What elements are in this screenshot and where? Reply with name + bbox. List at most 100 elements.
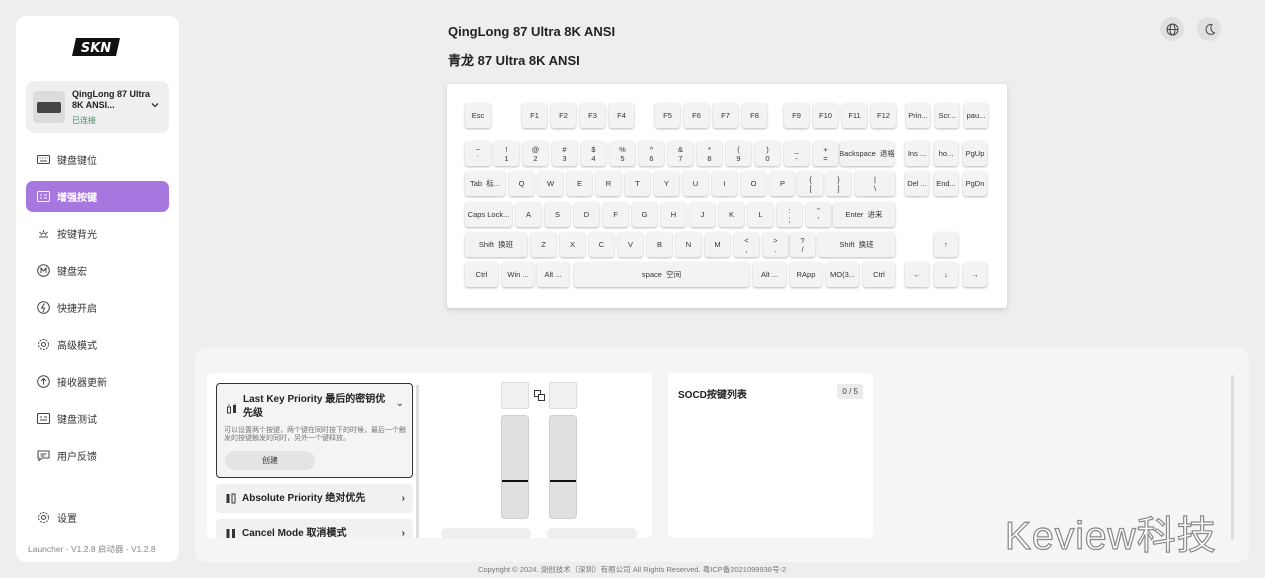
key[interactable]: I <box>712 171 737 196</box>
key[interactable]: # 3 <box>552 141 577 166</box>
action-button-2[interactable] <box>547 528 637 538</box>
key[interactable]: Shift 换班 <box>818 232 895 257</box>
key[interactable]: E <box>567 171 592 196</box>
nav-item-settings[interactable]: 设置 <box>26 502 169 533</box>
key-slot-2[interactable] <box>549 382 577 409</box>
key[interactable]: X <box>560 232 585 257</box>
travel-slider-2[interactable] <box>549 415 577 519</box>
key[interactable]: Prin... <box>906 103 930 128</box>
key[interactable]: F6 <box>684 103 709 128</box>
key[interactable]: G <box>632 202 657 227</box>
key[interactable]: D <box>574 202 599 227</box>
key[interactable]: MO(3... <box>826 262 859 287</box>
key[interactable]: → <box>963 262 987 287</box>
device-selector[interactable]: QingLong 87 Ultra 8K ANSI... 已连接 <box>26 81 169 133</box>
key[interactable]: Z <box>531 232 556 257</box>
nav-item-macro[interactable]: 键盘宏 <box>26 255 169 286</box>
key[interactable]: pau... <box>964 103 988 128</box>
key[interactable]: space 空间 <box>574 262 749 287</box>
nav-item-backlight[interactable]: 按键背光 <box>26 218 169 249</box>
key[interactable]: ↓ <box>934 262 958 287</box>
mode-last-key-priority[interactable]: Last Key Priority 最后的密钥优先级 ⌄ 可以设置两个按键，两个… <box>216 383 413 478</box>
key[interactable]: @ 2 <box>523 141 548 166</box>
key[interactable]: Alt ... <box>537 262 569 287</box>
key[interactable]: L <box>748 202 773 227</box>
key[interactable]: Ctrl <box>465 262 498 287</box>
key[interactable]: T <box>625 171 650 196</box>
key[interactable]: > . <box>763 232 788 257</box>
key[interactable]: P <box>770 171 795 196</box>
key[interactable]: F8 <box>742 103 767 128</box>
key-slot-1[interactable] <box>501 382 529 409</box>
key[interactable]: < , <box>734 232 759 257</box>
key[interactable]: U <box>683 171 708 196</box>
nav-item-receiver-update[interactable]: 接收器更新 <box>26 366 169 397</box>
key[interactable]: ho... <box>934 141 958 166</box>
key[interactable]: A <box>516 202 541 227</box>
key[interactable]: H <box>661 202 686 227</box>
key[interactable]: End... <box>934 171 958 196</box>
nav-item-quick-start[interactable]: 快捷开启 <box>26 292 169 323</box>
key[interactable]: ! 1 <box>494 141 519 166</box>
nav-item-keyboard-test[interactable]: 键盘测试 <box>26 403 169 434</box>
key[interactable]: * 8 <box>697 141 722 166</box>
key[interactable]: Win ... <box>502 262 534 287</box>
key[interactable]: } ] <box>826 171 851 196</box>
theme-toggle-button[interactable] <box>1197 17 1221 41</box>
key[interactable]: F2 <box>551 103 576 128</box>
key[interactable]: | \ <box>855 171 895 196</box>
key[interactable]: ~ ` <box>465 141 491 166</box>
key[interactable]: M <box>705 232 730 257</box>
key[interactable]: K <box>719 202 744 227</box>
key[interactable]: Caps Lock... <box>465 202 512 227</box>
nav-item-advanced[interactable]: 高级模式 <box>26 329 169 360</box>
key[interactable]: Q <box>509 171 534 196</box>
language-button[interactable] <box>1160 17 1184 41</box>
key[interactable]: : ; <box>777 202 802 227</box>
key[interactable]: N <box>676 232 701 257</box>
key[interactable]: _ - <box>784 141 809 166</box>
key[interactable]: B <box>647 232 672 257</box>
key[interactable]: Y <box>654 171 679 196</box>
key[interactable]: PgUp <box>963 141 987 166</box>
key[interactable]: ← <box>905 262 929 287</box>
key[interactable]: Ins ... <box>905 141 929 166</box>
key[interactable]: Tab 标... <box>465 171 505 196</box>
key[interactable]: F <box>603 202 628 227</box>
key[interactable]: F9 <box>784 103 809 128</box>
key[interactable]: Shift 换班 <box>465 232 527 257</box>
chevron-right-icon[interactable]: › <box>402 493 405 504</box>
chevron-down-icon[interactable]: ⌄ <box>396 398 404 409</box>
key[interactable]: F1 <box>522 103 547 128</box>
chevron-down-icon[interactable] <box>150 100 160 110</box>
nav-item-feedback[interactable]: 用户反馈 <box>26 440 169 471</box>
key[interactable]: " ' <box>806 202 831 227</box>
key[interactable]: F3 <box>580 103 605 128</box>
key[interactable]: Alt ... <box>753 262 786 287</box>
key[interactable]: R <box>596 171 621 196</box>
nav-item-enhanced-keys[interactable]: 增强按键 <box>26 181 169 212</box>
key[interactable]: O <box>741 171 766 196</box>
key[interactable]: ) 0 <box>755 141 780 166</box>
key[interactable]: Scr... <box>935 103 959 128</box>
key[interactable]: C <box>589 232 614 257</box>
key[interactable]: Backspace 退格 <box>840 141 894 166</box>
key[interactable]: F5 <box>655 103 680 128</box>
nav-item-keyboard-layout[interactable]: 键盘键位 <box>26 144 169 175</box>
key[interactable]: F10 <box>813 103 838 128</box>
key[interactable]: PgDn <box>963 171 987 196</box>
key[interactable]: S <box>545 202 570 227</box>
key[interactable]: % 5 <box>610 141 635 166</box>
key[interactable]: ? / <box>790 232 815 257</box>
key[interactable]: W <box>538 171 563 196</box>
key[interactable]: + = <box>813 141 838 166</box>
key[interactable]: Esc <box>465 103 491 128</box>
key[interactable]: F11 <box>842 103 867 128</box>
key[interactable]: F12 <box>871 103 896 128</box>
key[interactable]: F7 <box>713 103 738 128</box>
key[interactable]: F4 <box>609 103 634 128</box>
key[interactable]: Enter 进来 <box>833 202 895 227</box>
key[interactable]: & 7 <box>668 141 693 166</box>
create-button[interactable]: 创建 <box>225 451 315 470</box>
mode-cancel[interactable]: Cancel Mode 取消模式 › <box>216 519 413 538</box>
